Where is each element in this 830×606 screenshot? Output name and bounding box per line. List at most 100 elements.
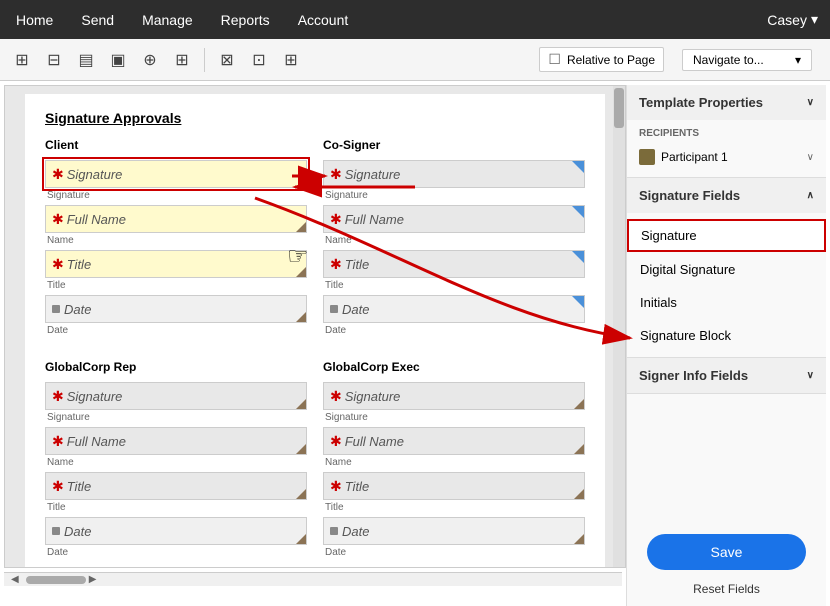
rep-date-label: Date — [64, 524, 91, 539]
rep-date-field[interactable]: Date — [45, 517, 307, 545]
cosigner-name-box[interactable]: ✱ Full Name — [323, 205, 585, 233]
scrollbar-thumb[interactable] — [614, 88, 624, 128]
horizontal-scrollbar[interactable]: ◀ ▶ — [4, 572, 622, 586]
rep-name-box[interactable]: ✱ Full Name — [45, 427, 307, 455]
resize-icon[interactable]: ⊞ — [168, 46, 196, 74]
align-right-icon[interactable]: ▣ — [104, 46, 132, 74]
rep-req-2: ✱ — [52, 433, 64, 450]
title-field-label: Title — [67, 257, 91, 272]
sig-field-signature[interactable]: Signature — [627, 219, 826, 252]
client-date-field[interactable]: Date — [45, 295, 307, 323]
co-req-asterisk-2: ✱ — [330, 211, 342, 228]
relative-to-page-label: Relative to Page — [567, 53, 655, 67]
user-menu[interactable]: Casey ▾ — [767, 11, 818, 28]
co-date-type: Date — [323, 325, 585, 336]
relative-to-page-button[interactable]: ☐ Relative to Page — [539, 47, 664, 72]
vertical-scrollbar[interactable] — [613, 86, 625, 567]
exec-name-box[interactable]: ✱ Full Name — [323, 427, 585, 455]
align-left-icon[interactable]: ▤ — [72, 46, 100, 74]
cosigner-column: Co-Signer ✱ Signature Signature — [323, 138, 585, 340]
sig-field-digital-signature[interactable]: Digital Signature — [627, 254, 826, 285]
client-title-type: Title — [45, 280, 307, 291]
nav-home[interactable]: Home — [12, 6, 57, 34]
scroll-right-arrow[interactable]: ▶ — [86, 574, 100, 585]
client-signature-box[interactable]: ✱ Signature — [45, 160, 307, 188]
client-date-type: Date — [45, 325, 307, 336]
rep-name-type: Name — [45, 457, 307, 468]
exec-date-box[interactable]: Date — [323, 517, 585, 545]
co-name-label: Full Name — [345, 212, 404, 227]
rep-date-box[interactable]: Date — [45, 517, 307, 545]
align-middle-icon[interactable]: ⊟ — [40, 46, 68, 74]
rep-name-field[interactable]: ✱ Full Name — [45, 427, 307, 455]
template-properties-section: Template Properties ∨ RECIPIENTS Partici… — [627, 85, 826, 178]
signature-fields-header[interactable]: Signature Fields ∧ — [627, 178, 826, 213]
rep-corner-3 — [296, 489, 306, 499]
globalcorp-exec-column: GlobalCorp Exec ✱ Signature Signature — [323, 360, 585, 562]
distribute2-icon[interactable]: ⊞ — [277, 46, 305, 74]
signer-info-header[interactable]: Signer Info Fields ∨ — [627, 358, 826, 393]
rep-corner-1 — [296, 399, 306, 409]
exec-date-field[interactable]: Date — [323, 517, 585, 545]
date-icon — [52, 305, 60, 313]
rep-sig-field[interactable]: ✱ Signature — [45, 382, 307, 410]
cosigner-title-field[interactable]: ✱ Title — [323, 250, 585, 278]
cosigner-date-field[interactable]: Date — [323, 295, 585, 323]
save-button[interactable]: Save — [647, 534, 806, 570]
template-properties-header[interactable]: Template Properties ∨ — [627, 85, 826, 120]
navigate-to-dropdown[interactable]: Navigate to... ▾ — [682, 49, 812, 71]
rep-title-box[interactable]: ✱ Title — [45, 472, 307, 500]
client-date-box[interactable]: Date — [45, 295, 307, 323]
exec-title-label: Title — [345, 479, 369, 494]
cosigner-signature-box[interactable]: ✱ Signature — [323, 160, 585, 188]
cosigner-name-field[interactable]: ✱ Full Name — [323, 205, 585, 233]
client-name-box[interactable]: ✱ Full Name — [45, 205, 307, 233]
cosigner-date-box[interactable]: Date — [323, 295, 585, 323]
template-properties-chevron: ∨ — [807, 97, 814, 108]
required-asterisk: ✱ — [52, 166, 64, 183]
page-icon: ☐ — [548, 51, 561, 68]
recipient-row[interactable]: Participant 1 ∨ — [639, 145, 814, 169]
required-asterisk-2: ✱ — [52, 211, 64, 228]
doc-scroll[interactable]: Signature Approvals Client ✱ Signature — [5, 86, 625, 567]
sig-field-initials[interactable]: Initials — [627, 287, 826, 318]
cosigner-signature-field[interactable]: ✱ Signature — [323, 160, 585, 188]
template-properties-content: RECIPIENTS Participant 1 ∨ — [627, 120, 826, 177]
exec-title-box[interactable]: ✱ Title — [323, 472, 585, 500]
exec-sig-field[interactable]: ✱ Signature — [323, 382, 585, 410]
recipient-expand-chevron[interactable]: ∨ — [807, 152, 814, 163]
nav-reports[interactable]: Reports — [217, 6, 274, 34]
hscroll-thumb[interactable] — [26, 576, 86, 584]
exec-sig-box[interactable]: ✱ Signature — [323, 382, 585, 410]
distribute-icon[interactable]: ⊕ — [136, 46, 164, 74]
exec-req-2: ✱ — [330, 433, 342, 450]
rep-sig-box[interactable]: ✱ Signature — [45, 382, 307, 410]
client-name-type: Name — [45, 235, 307, 246]
main-content: Signature Approvals Client ✱ Signature — [0, 81, 830, 586]
exec-corner-2 — [574, 444, 584, 454]
exec-name-type: Name — [323, 457, 585, 468]
rep-title-field[interactable]: ✱ Title — [45, 472, 307, 500]
exec-name-field[interactable]: ✱ Full Name — [323, 427, 585, 455]
document-area[interactable]: Signature Approvals Client ✱ Signature — [4, 85, 626, 568]
center-h-icon[interactable]: ⊠ — [213, 46, 241, 74]
client-title-box[interactable]: ✱ Title — [45, 250, 307, 278]
align-top-icon[interactable]: ⊞ — [8, 46, 36, 74]
client-signature-field[interactable]: ✱ Signature — [45, 160, 307, 188]
sig-field-signature-block[interactable]: Signature Block — [627, 320, 826, 351]
client-name-field[interactable]: ✱ Full Name — [45, 205, 307, 233]
exec-req-1: ✱ — [330, 388, 342, 405]
exec-title-field[interactable]: ✱ Title — [323, 472, 585, 500]
cosigner-title-box[interactable]: ✱ Title — [323, 250, 585, 278]
corner-mark-blue-3 — [572, 251, 584, 263]
reset-fields-link[interactable]: Reset Fields — [627, 582, 826, 606]
client-title-field[interactable]: ✱ Title — [45, 250, 307, 278]
nav-account[interactable]: Account — [294, 6, 353, 34]
nav-send[interactable]: Send — [77, 6, 118, 34]
co-title-type: Title — [323, 280, 585, 291]
rep-title-type: Title — [45, 502, 307, 513]
center-v-icon[interactable]: ⊡ — [245, 46, 273, 74]
nav-manage[interactable]: Manage — [138, 6, 197, 34]
scroll-left-arrow[interactable]: ◀ — [8, 574, 22, 585]
recipients-label: RECIPIENTS — [639, 128, 814, 139]
